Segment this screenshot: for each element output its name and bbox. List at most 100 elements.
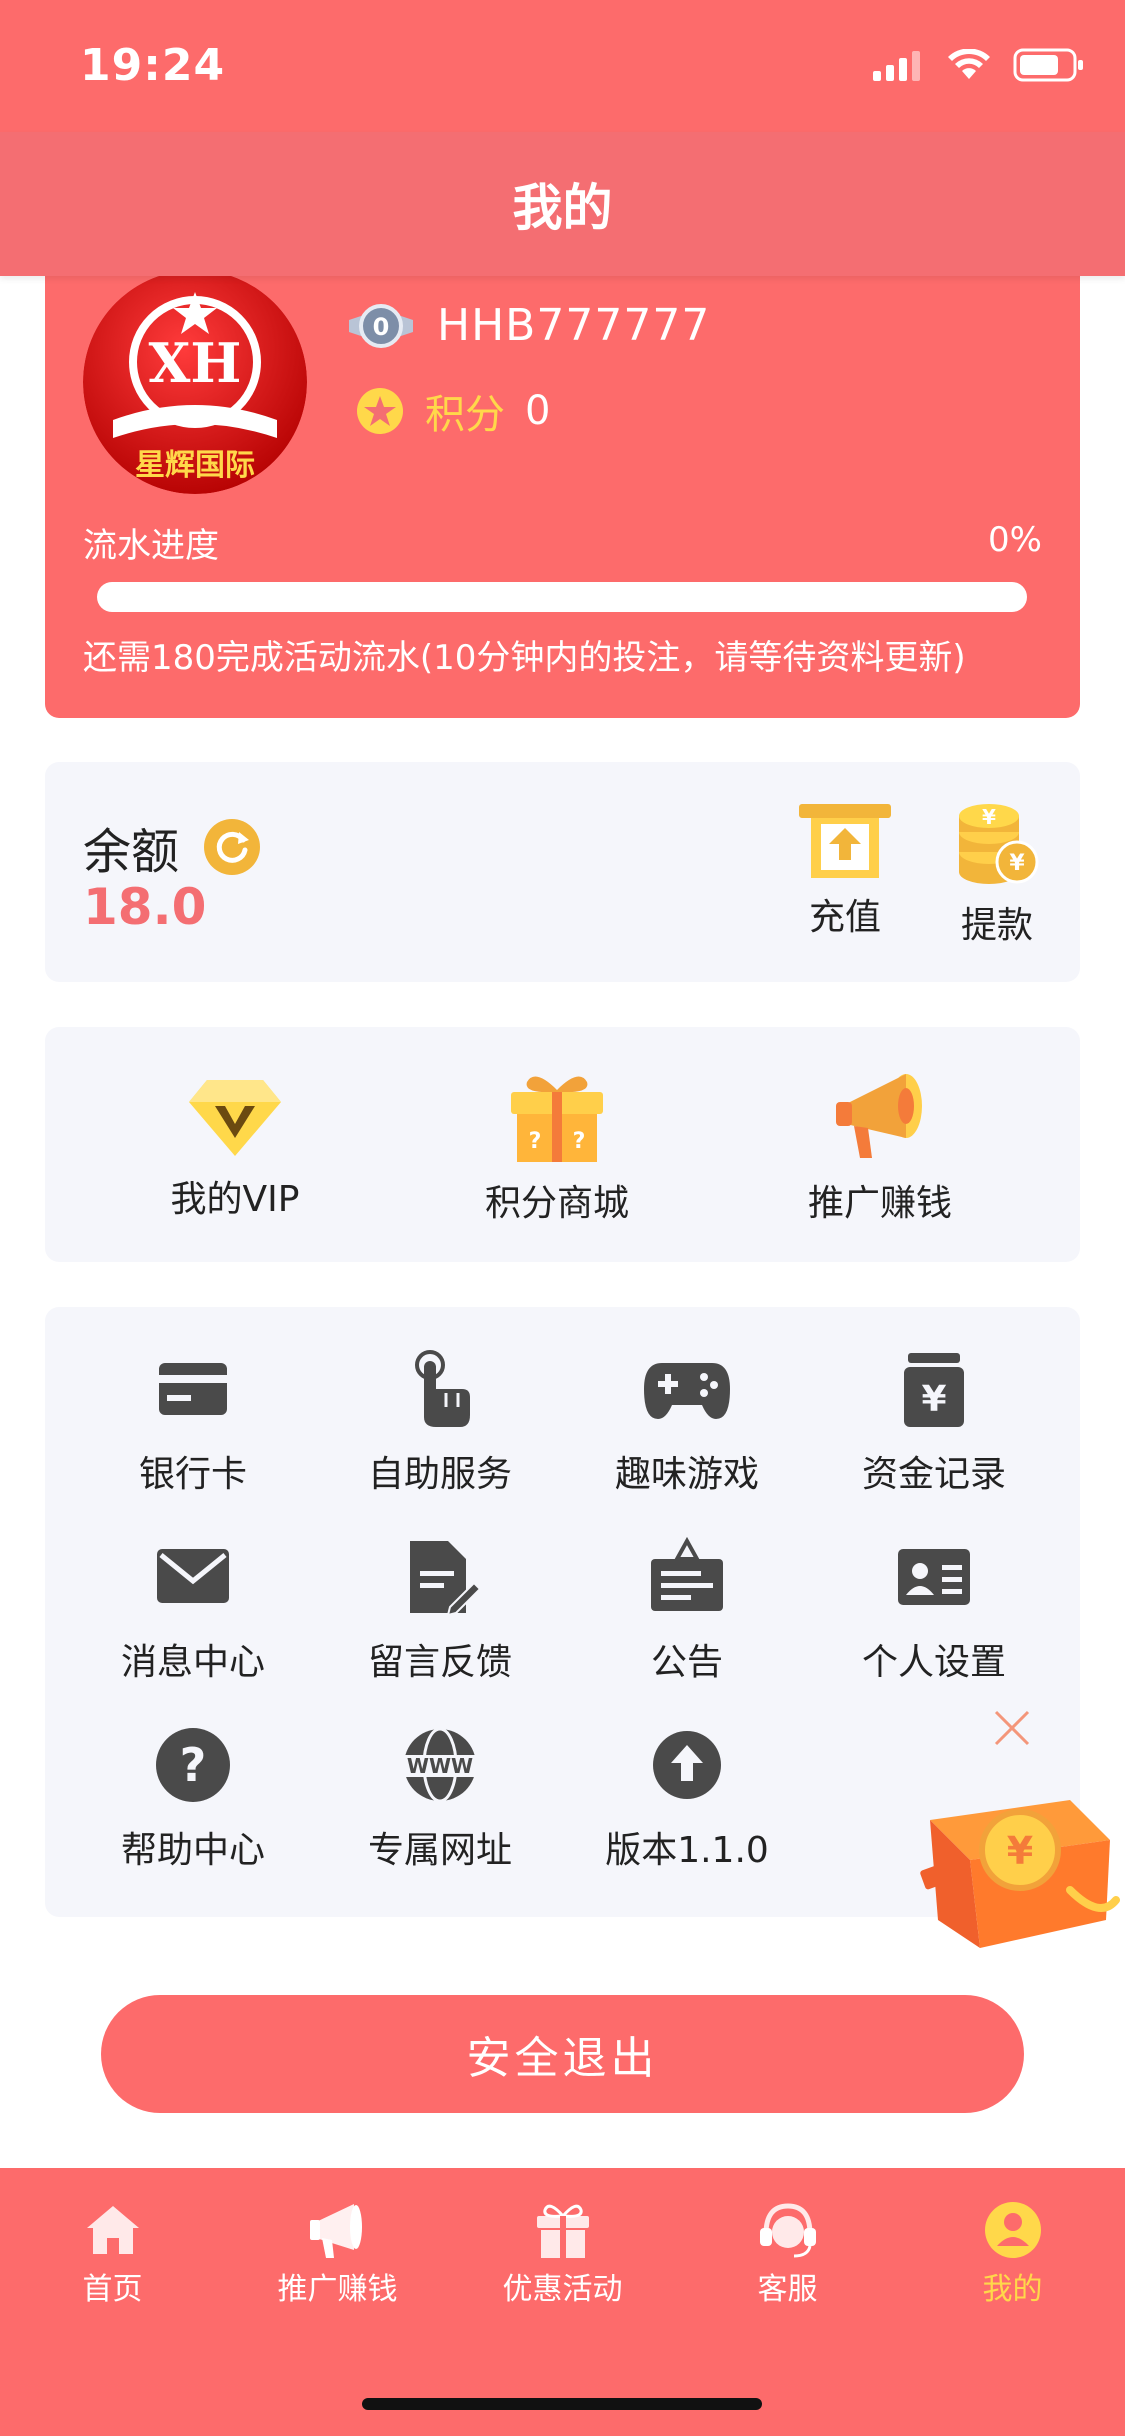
globe-www-icon: WWW	[400, 1727, 480, 1803]
refresh-icon[interactable]	[203, 818, 261, 876]
menu-label: 消息中心	[120, 1642, 265, 1683]
tab-home[interactable]: 首页	[0, 2200, 225, 2308]
promote-label: 推广赚钱	[807, 1183, 952, 1224]
envelope-icon	[157, 1549, 229, 1603]
tab-promotions[interactable]: 优惠活动	[450, 2200, 675, 2308]
svg-text:XH: XH	[149, 331, 242, 395]
points-value: 0	[525, 388, 551, 434]
menu-fund-records[interactable]: ¥ 资金记录	[814, 1349, 1054, 1497]
svg-text:¥: ¥	[921, 1379, 946, 1420]
tap-hand-icon	[415, 1350, 470, 1427]
balance-label-row: 余额	[83, 812, 261, 882]
bank-card-icon	[159, 1363, 227, 1415]
tab-mine[interactable]: 我的	[900, 2200, 1125, 2308]
tab-label: 首页	[82, 2272, 143, 2307]
home-icon	[86, 2206, 139, 2254]
nav-bar: 我的	[0, 132, 1125, 276]
menu-label: 留言反馈	[367, 1642, 512, 1683]
menu-label: 资金记录	[861, 1454, 1006, 1495]
close-icon[interactable]	[990, 1706, 1034, 1750]
svg-text:¥: ¥	[1009, 851, 1025, 876]
points-star-icon	[357, 388, 403, 434]
points-mall-link[interactable]: ? ? 积分商城	[427, 1072, 687, 1226]
menu-label: 趣味游戏	[614, 1454, 759, 1495]
withdraw-label: 提款	[960, 905, 1033, 946]
status-bar: 19:24	[0, 0, 1125, 132]
menu-fun-games[interactable]: 趣味游戏	[567, 1349, 807, 1497]
menu-help[interactable]: ? 帮助中心	[73, 1725, 313, 1873]
battery-icon	[1013, 48, 1083, 82]
upload-icon	[653, 1731, 721, 1799]
user-icon	[984, 2202, 1041, 2258]
avatar[interactable]: XH 星辉国际	[83, 270, 307, 494]
menu-label: 银行卡	[138, 1454, 247, 1495]
tab-label: 推广赚钱	[277, 2272, 398, 2307]
avatar-logo: XH 星辉国际	[83, 270, 307, 494]
svg-text:¥: ¥	[982, 805, 996, 829]
svg-text:?: ?	[180, 1738, 207, 1792]
progress-bar	[97, 582, 1027, 612]
recharge-icon	[799, 804, 891, 878]
tab-label: 我的	[982, 2272, 1043, 2307]
menu-label: 专属网址	[367, 1830, 512, 1871]
svg-text:?: ?	[573, 1129, 586, 1154]
tab-label: 客服	[757, 2272, 818, 2307]
username: HHB777777	[437, 300, 711, 351]
gift-box-icon: ? ?	[511, 1076, 603, 1162]
megaphone-icon	[309, 2204, 362, 2258]
vip-link[interactable]: 我的VIP	[105, 1072, 365, 1222]
tab-support[interactable]: 客服	[675, 2200, 900, 2308]
page-title: 我的	[512, 179, 613, 237]
promo-gift-icon[interactable]: ¥	[920, 1770, 1120, 1950]
id-card-icon	[898, 1549, 970, 1605]
points-mall-label: 积分商城	[484, 1183, 629, 1224]
menu-messages[interactable]: 消息中心	[73, 1537, 313, 1685]
menu-label: 个人设置	[861, 1642, 1006, 1683]
menu-settings[interactable]: 个人设置	[814, 1537, 1054, 1685]
balance-value: 18.0	[83, 878, 207, 936]
menu-notice[interactable]: 公告	[567, 1537, 807, 1685]
logout-button[interactable]: 安全退出	[101, 1995, 1024, 2113]
menu-version[interactable]: 版本1.1.0	[567, 1725, 807, 1873]
menu-exclusive-url[interactable]: WWW 专属网址	[320, 1725, 560, 1873]
progress-note: 还需180完成活动流水(10分钟内的投注，请等待资料更新)	[83, 638, 966, 678]
recharge-button[interactable]: 充值	[797, 802, 893, 940]
menu-bank-card[interactable]: 银行卡	[73, 1349, 313, 1497]
megaphone-icon	[836, 1074, 922, 1158]
menu-label: 帮助中心	[120, 1830, 265, 1871]
menu-label: 自助服务	[367, 1454, 512, 1495]
promote-link[interactable]: 推广赚钱	[750, 1072, 1010, 1226]
recharge-label: 充值	[808, 897, 881, 938]
balance-panel: 余额 18.0 充值 ¥ ¥ 提款	[45, 762, 1080, 982]
menu-label: 版本1.1.0	[605, 1830, 769, 1871]
balance-label: 余额	[83, 824, 180, 880]
tab-promote[interactable]: 推广赚钱	[225, 2200, 450, 2308]
menu-feedback[interactable]: 留言反馈	[320, 1537, 560, 1685]
tab-bar: 首页 推广赚钱 优惠活动 客服 我的	[0, 2168, 1125, 2436]
progress-label: 流水进度	[83, 526, 219, 566]
status-time: 19:24	[80, 40, 226, 91]
avatar-logo-text: 星辉国际	[135, 448, 255, 483]
svg-text:¥: ¥	[1007, 1829, 1033, 1873]
level-badge-icon: 0	[349, 303, 413, 348]
level-badge-value: 0	[373, 313, 390, 341]
wifi-icon	[948, 49, 990, 79]
notice-board-icon	[651, 1537, 723, 1611]
menu-self-service[interactable]: 自助服务	[320, 1349, 560, 1497]
signal-icon	[873, 51, 920, 81]
gift-icon	[536, 2204, 589, 2258]
username-row: 0 HHB777777	[345, 300, 710, 351]
tab-label: 优惠活动	[502, 2272, 623, 2307]
fund-record-icon: ¥	[904, 1353, 964, 1427]
svg-text:WWW: WWW	[407, 1754, 473, 1778]
vip-label: 我的VIP	[170, 1179, 300, 1220]
profile-card: XH 星辉国际 0 HHB777777 积分 0 流水进度 0% 还需180完成…	[45, 240, 1080, 718]
withdraw-button[interactable]: ¥ ¥ 提款	[955, 802, 1039, 948]
coins-icon: ¥ ¥	[959, 804, 1039, 884]
gamepad-icon	[644, 1363, 730, 1419]
quick-links-panel: 我的VIP ? ? 积分商城 推广赚钱	[45, 1027, 1080, 1262]
points-row: 积分 0	[355, 382, 550, 440]
progress-percent: 0%	[988, 520, 1042, 560]
menu-label: 公告	[650, 1642, 723, 1683]
feedback-icon	[410, 1541, 480, 1617]
